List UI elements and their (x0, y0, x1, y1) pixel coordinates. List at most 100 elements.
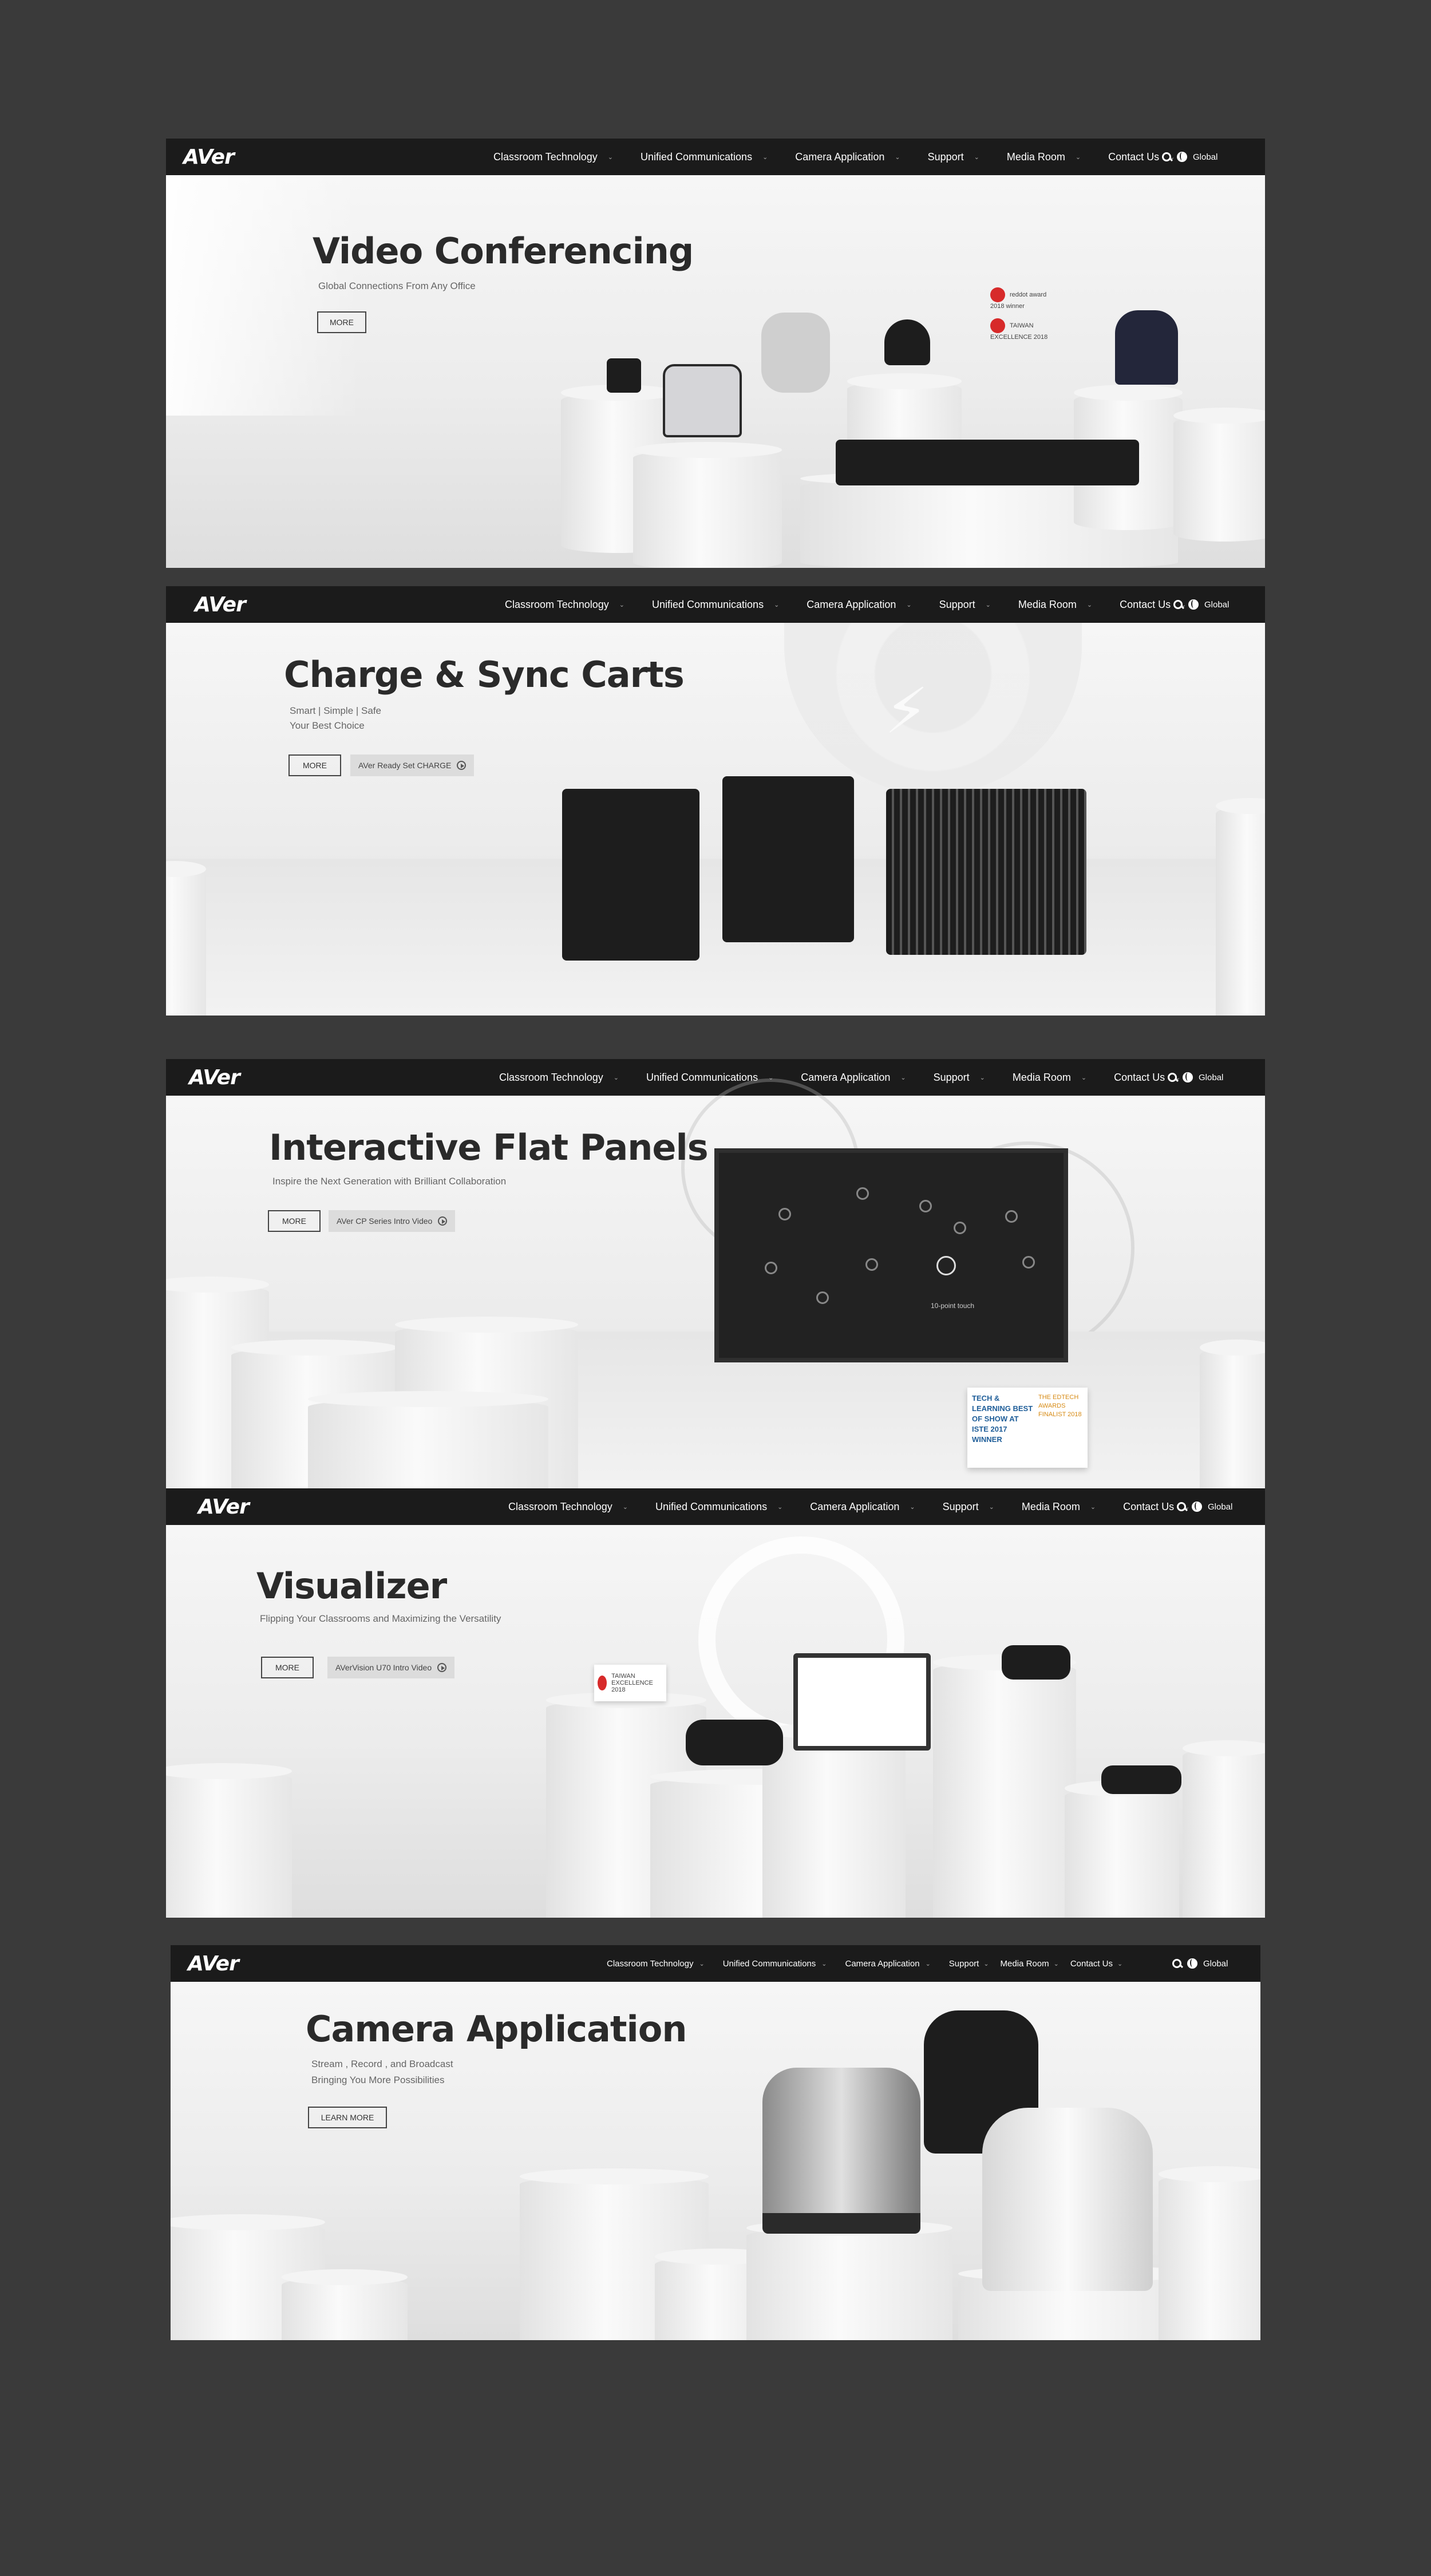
menu-contact-us[interactable]: Contact Us ⌄ (1070, 1959, 1122, 1969)
pedestal (933, 1654, 1076, 1918)
touch-point-icon (816, 1291, 829, 1304)
pedestal (1173, 408, 1265, 542)
hero-subtitle-line2: Bringing You More Possibilities (311, 2075, 445, 2085)
pedestal (1216, 798, 1265, 1016)
play-icon (437, 1663, 447, 1672)
ptz-camera-product (663, 364, 742, 437)
menu-support[interactable]: Support ⌄ (943, 1501, 994, 1513)
pedestal (1065, 1780, 1179, 1918)
chevron-down-icon: ⌄ (613, 1074, 619, 1081)
panel-charge-sync-carts: AVer Classroom Technology ⌄ Unified Commu… (166, 586, 1265, 1016)
chevron-down-icon: ⌄ (895, 153, 900, 161)
menu-support[interactable]: Support ⌄ (928, 151, 979, 163)
global-link[interactable]: Global (1208, 1502, 1232, 1512)
pedestal (746, 2220, 952, 2340)
menu-media-room[interactable]: Media Room ⌄ (1022, 1501, 1096, 1513)
main-menu: Classroom Technology ⌄ Unified Communicat… (493, 139, 1202, 175)
menu-unified-communications[interactable]: Unified Communications ⌄ (641, 151, 768, 163)
search-icon[interactable] (1177, 1502, 1186, 1511)
u70-video-button[interactable]: AVerVision U70 Intro Video (327, 1657, 455, 1678)
menu-unified-communications[interactable]: Unified Communications ⌄ (652, 599, 779, 611)
hero-video-conferencing: Video Conferencing Global Connections Fr… (166, 175, 1265, 568)
menu-camera-application[interactable]: Camera Application ⌄ (807, 599, 911, 611)
menu-camera-application[interactable]: Camera Application ⌄ (810, 1501, 915, 1513)
global-link[interactable]: Global (1204, 600, 1229, 610)
menu-support[interactable]: Support ⌄ (934, 1072, 985, 1084)
hero-subtitle-line1: Smart | Simple | Safe (290, 705, 381, 716)
pedestal (762, 1723, 906, 1918)
more-button[interactable]: MORE (261, 1657, 314, 1678)
pedestal (633, 442, 782, 568)
taiwan-excellence-award: TAIWAN EXCELLENCE 2018 (990, 318, 1059, 341)
webcam-product (884, 319, 930, 365)
menu-support[interactable]: Support ⌄ (939, 599, 991, 611)
menu-classroom-technology[interactable]: Classroom Technology ⌄ (493, 151, 613, 163)
menu-unified-communications[interactable]: Unified Communications ⌄ (723, 1959, 827, 1969)
learn-more-button[interactable]: LEARN MORE (308, 2107, 387, 2128)
more-button[interactable]: MORE (288, 754, 341, 776)
menu-media-room[interactable]: Media Room ⌄ (1013, 1072, 1086, 1084)
aver-logo[interactable]: AVer (183, 145, 235, 169)
menu-media-room[interactable]: Media Room ⌄ (1018, 599, 1092, 611)
globe-icon[interactable] (1187, 1958, 1197, 1969)
pedestal (1159, 2166, 1260, 2340)
hero-title: Charge & Sync Carts (284, 654, 685, 696)
hero-camera-application: Camera Application Stream , Record , and… (171, 1982, 1260, 2340)
more-button[interactable]: MORE (268, 1210, 321, 1232)
cp-series-video-button[interactable]: AVer CP Series Intro Video (329, 1210, 456, 1232)
chevron-down-icon: ⌄ (1086, 601, 1093, 609)
global-link[interactable]: Global (1193, 152, 1217, 162)
menu-unified-communications[interactable]: Unified Communications ⌄ (655, 1501, 782, 1513)
panel-camera-application: AVer Classroom Technology ⌄ Unified Commu… (171, 1945, 1260, 2340)
menu-camera-application[interactable]: Camera Application ⌄ (845, 1959, 930, 1969)
menu-classroom-technology[interactable]: Classroom Technology ⌄ (508, 1501, 628, 1513)
touch-point-icon (919, 1200, 932, 1212)
menu-camera-application[interactable]: Camera Application ⌄ (795, 151, 900, 163)
touch-point-icon (778, 1208, 791, 1220)
hero-title: Camera Application (306, 2008, 687, 2050)
globe-icon[interactable] (1192, 1502, 1202, 1512)
touch-point-icon (1005, 1210, 1018, 1223)
menu-media-room[interactable]: Media Room ⌄ (1001, 1959, 1059, 1969)
document-camera-product (686, 1720, 783, 1765)
chevron-down-icon: ⌄ (699, 1960, 705, 1967)
main-menu: Classroom Technology ⌄ Unified Communicat… (505, 586, 1213, 623)
taiwan-excellence-logo (598, 1676, 607, 1690)
hero-title: Interactive Flat Panels (269, 1127, 709, 1168)
nav-utilities: Global (1168, 1059, 1223, 1096)
chevron-down-icon: ⌄ (979, 1074, 985, 1081)
search-icon[interactable] (1168, 1073, 1177, 1082)
chevron-down-icon: ⌄ (774, 601, 780, 609)
global-link[interactable]: Global (1199, 1073, 1223, 1082)
menu-classroom-technology[interactable]: Classroom Technology ⌄ (607, 1959, 705, 1969)
reddot-logo (990, 287, 1005, 302)
lightning-emblem (784, 623, 1082, 795)
pedestal (166, 861, 206, 1016)
search-icon[interactable] (1162, 152, 1171, 161)
globe-icon[interactable] (1188, 599, 1199, 610)
panel-visualizer: AVer Classroom Technology ⌄ Unified Commu… (166, 1488, 1265, 1918)
globe-icon[interactable] (1177, 152, 1187, 162)
aver-logo[interactable]: AVer (188, 1952, 239, 1976)
document-camera-product (1101, 1765, 1181, 1794)
global-link[interactable]: Global (1203, 1959, 1228, 1969)
menu-camera-application[interactable]: Camera Application ⌄ (801, 1072, 906, 1084)
hero-title: Video Conferencing (313, 230, 694, 272)
more-button[interactable]: MORE (317, 311, 366, 333)
search-icon[interactable] (1173, 600, 1183, 609)
menu-support[interactable]: Support ⌄ (949, 1959, 989, 1969)
search-icon[interactable] (1172, 1959, 1181, 1968)
laptop-product (793, 1653, 931, 1751)
menu-classroom-technology[interactable]: Classroom Technology ⌄ (499, 1072, 619, 1084)
menu-media-room[interactable]: Media Room ⌄ (1007, 151, 1081, 163)
aver-logo[interactable]: AVer (195, 593, 246, 617)
globe-icon[interactable] (1183, 1072, 1193, 1082)
chevron-down-icon: ⌄ (989, 1503, 994, 1511)
ready-set-charge-button[interactable]: AVer Ready Set CHARGE (350, 754, 475, 776)
chevron-down-icon: ⌄ (985, 601, 991, 609)
menu-classroom-technology[interactable]: Classroom Technology ⌄ (505, 599, 624, 611)
aver-logo[interactable]: AVer (189, 1066, 240, 1089)
aver-logo[interactable]: AVer (198, 1495, 250, 1519)
chevron-down-icon: ⌄ (900, 1074, 906, 1081)
conference-camera-product (761, 313, 830, 393)
